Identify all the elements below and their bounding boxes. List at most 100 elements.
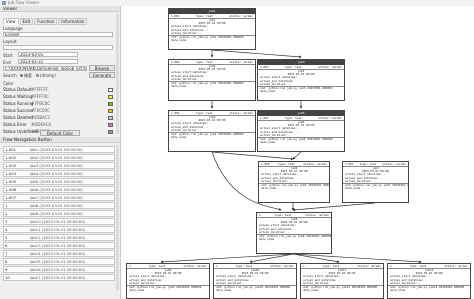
nav-item[interactable]: 1-006 job6 (2023-03-01 00:00:00) [3, 186, 115, 193]
node-status: status: normal [229, 111, 253, 115]
nav-scrollbar[interactable] [116, 145, 119, 290]
nav-item[interactable]: 1-004 job4 (2023-03-01 00:00:00) [3, 170, 115, 177]
file-path-field[interactable]: C:\XXXX\WORK\sample\job_log\job_list.txt [3, 66, 87, 71]
node-type: type: test [274, 213, 292, 217]
flow-node[interactable]: 1 type: test status: normal job11 2023-03-… [300, 263, 384, 299]
flow-node[interactable]: 1-004 type: test status: normal job4 2023-… [168, 110, 256, 152]
browse-button[interactable]: Browse [89, 65, 115, 71]
flow-node[interactable]: 1-002 type: test status: normal job2 2023-… [168, 59, 256, 101]
nav-item-id: 1-005 [5, 179, 17, 184]
tab-view[interactable]: View [3, 18, 19, 25]
color-swatch[interactable] [108, 116, 113, 120]
node-data: data_node [261, 187, 277, 191]
color-value: #E5BACC [31, 115, 51, 120]
sidebar-scrollbar[interactable] [116, 14, 119, 134]
layout-field[interactable] [3, 45, 113, 50]
color-row[interactable]: Status Success #F0C00C [3, 108, 115, 114]
nav-item[interactable]: 10 job17 (2023-03-01 00:00:00) [3, 274, 115, 281]
nav-item-value: job7 (2023-03-01 00:00:00) [30, 195, 83, 200]
tab-function[interactable]: Function [34, 18, 58, 25]
node-status: status: normal [318, 116, 342, 120]
nav-item[interactable]: 1-007 job7 (2023-03-01 00:00:00) [3, 194, 115, 201]
nav-item[interactable]: 4 job11 (2023-03-01 00:00:00) [3, 226, 115, 233]
tab-edit[interactable]: Edit [19, 18, 34, 25]
node-data: data_node [259, 238, 275, 242]
flow-node[interactable]: job5 1-005 type: test status: normal job5 … [257, 110, 345, 152]
flow-node[interactable]: 1 type: test status: normal job8 2023-03-0… [256, 212, 332, 254]
node-status: status: normal [303, 162, 327, 166]
nav-item[interactable]: 3 job10 (2023-03-01 00:00:00) [3, 218, 115, 225]
node-id: 1-005 [260, 116, 269, 120]
nav-item[interactable]: 7 job14 (2023-03-01 00:00:00) [3, 250, 115, 257]
node-type: type: test [409, 264, 427, 268]
color-swatch[interactable] [108, 123, 113, 127]
color-value: #DD6AC0 [31, 122, 52, 127]
color-row[interactable]: Status Waiting #FFFF0C [3, 94, 115, 100]
edge [292, 253, 422, 264]
nav-item[interactable]: 1 job8 (2023-03-01 00:00:00) [3, 202, 115, 209]
flow-node[interactable]: 1-007 type: test status: normal job7 2023-… [342, 161, 409, 203]
nav-item[interactable]: 9 job16 (2023-03-01 00:00:00) [3, 266, 115, 273]
flow-node[interactable]: 1 type: test status: normal job10 2023-03-… [213, 263, 297, 299]
node-type: type: test [322, 264, 340, 268]
node-data: data_node [260, 90, 276, 94]
color-swatch[interactable] [108, 102, 113, 106]
mode-radio-a[interactable] [20, 74, 23, 77]
nav-item[interactable]: 1-003 job3 (2023-03-01 00:00:00) [3, 162, 115, 169]
nav-item[interactable]: 5 job12 (2023-03-01 00:00:00) [3, 234, 115, 241]
color-swatch[interactable] [108, 130, 113, 134]
color-value: #FFFF0C [31, 94, 49, 99]
tab-information[interactable]: Information [58, 18, 88, 25]
edge [211, 49, 302, 59]
color-row[interactable]: Status Error #DD6AC0 [3, 122, 115, 128]
nav-item[interactable]: 1-002 job2 (2023-03-01 00:00:00) [3, 154, 115, 161]
edge [292, 151, 302, 160]
language-label: Language [3, 26, 23, 31]
flow-node[interactable]: 1 type: test status: normal job9 2023-03-0… [126, 263, 210, 299]
node-data: data_node [390, 289, 406, 293]
nav-item-value: job8 (2023-03-01 00:00:00) [30, 203, 83, 208]
default-color-button[interactable]: Default Color [40, 130, 80, 136]
flow-canvas[interactable]: job1 1-001 type: test status: normal job1 … [121, 6, 474, 299]
color-swatch[interactable] [108, 109, 113, 113]
generate-button[interactable]: Generate [89, 72, 115, 78]
nav-item-id: 1-007 [5, 195, 17, 200]
color-row[interactable]: Status Default #FFFFFF [3, 87, 115, 93]
language-select[interactable]: English [3, 32, 113, 37]
flow-node[interactable]: job1 1-001 type: test status: normal job1 … [168, 8, 256, 50]
color-value: #FFFFFF [31, 87, 49, 92]
node-type: type: test [235, 264, 253, 268]
node-status: status: normal [270, 264, 294, 268]
nav-item[interactable]: 8 job15 (2023-03-01 00:00:00) [3, 258, 115, 265]
nav-item[interactable]: 1-005 job5 (2023-03-01 00:00:00) [3, 178, 115, 185]
nav-item[interactable]: 2 job9 (2023-03-01 00:00:00) [3, 210, 115, 217]
nav-item-value: job5 (2023-03-01 00:00:00) [30, 179, 83, 184]
end-date-field[interactable]: 2023-03-31 [18, 59, 78, 64]
nav-item[interactable]: 6 job13 (2023-03-01 00:00:00) [3, 242, 115, 249]
nav-item-value: job17 (2023-03-01 00:00:00) [30, 275, 86, 280]
flow-node[interactable]: job3 1-003 type: test status: normal job3 … [257, 59, 345, 101]
nav-item[interactable]: 1-001 job1 (2023-03-01 00:00:00) [3, 146, 115, 153]
color-swatch[interactable] [108, 88, 113, 92]
nav-item-value: job14 (2023-03-01 00:00:00) [30, 251, 86, 256]
nav-item-id: 2 [5, 211, 8, 216]
node-id: 1 [216, 264, 218, 268]
flow-node[interactable]: 1 type: test status: normal job12 2023-03-… [387, 263, 471, 299]
sidebar: Viewer View Edit Function Information La… [0, 6, 121, 299]
color-swatch[interactable] [108, 95, 113, 99]
nav-item-value: job13 (2023-03-01 00:00:00) [30, 243, 86, 248]
node-status: status: normal [318, 65, 342, 69]
color-row[interactable]: Status Deleted #E5BACC [3, 115, 115, 121]
nav-item-id: 1-002 [5, 155, 17, 160]
node-data: data_node [171, 39, 187, 43]
start-date-field[interactable]: 2023-03-01 [18, 52, 78, 57]
viewer-panel-title: Viewer [0, 6, 120, 12]
node-id: 1-002 [171, 60, 180, 64]
flow-node[interactable]: 1-006 type: test status: normal job6 2023-… [258, 161, 330, 203]
node-status: status: normal [229, 14, 253, 18]
color-row[interactable]: Status Running #7FBC0C [3, 101, 115, 107]
edge [292, 202, 376, 212]
nav-panel-title: Flow Navigation Button [0, 137, 120, 143]
node-data: data_node [345, 187, 361, 191]
mode-radio-b[interactable] [36, 74, 39, 77]
